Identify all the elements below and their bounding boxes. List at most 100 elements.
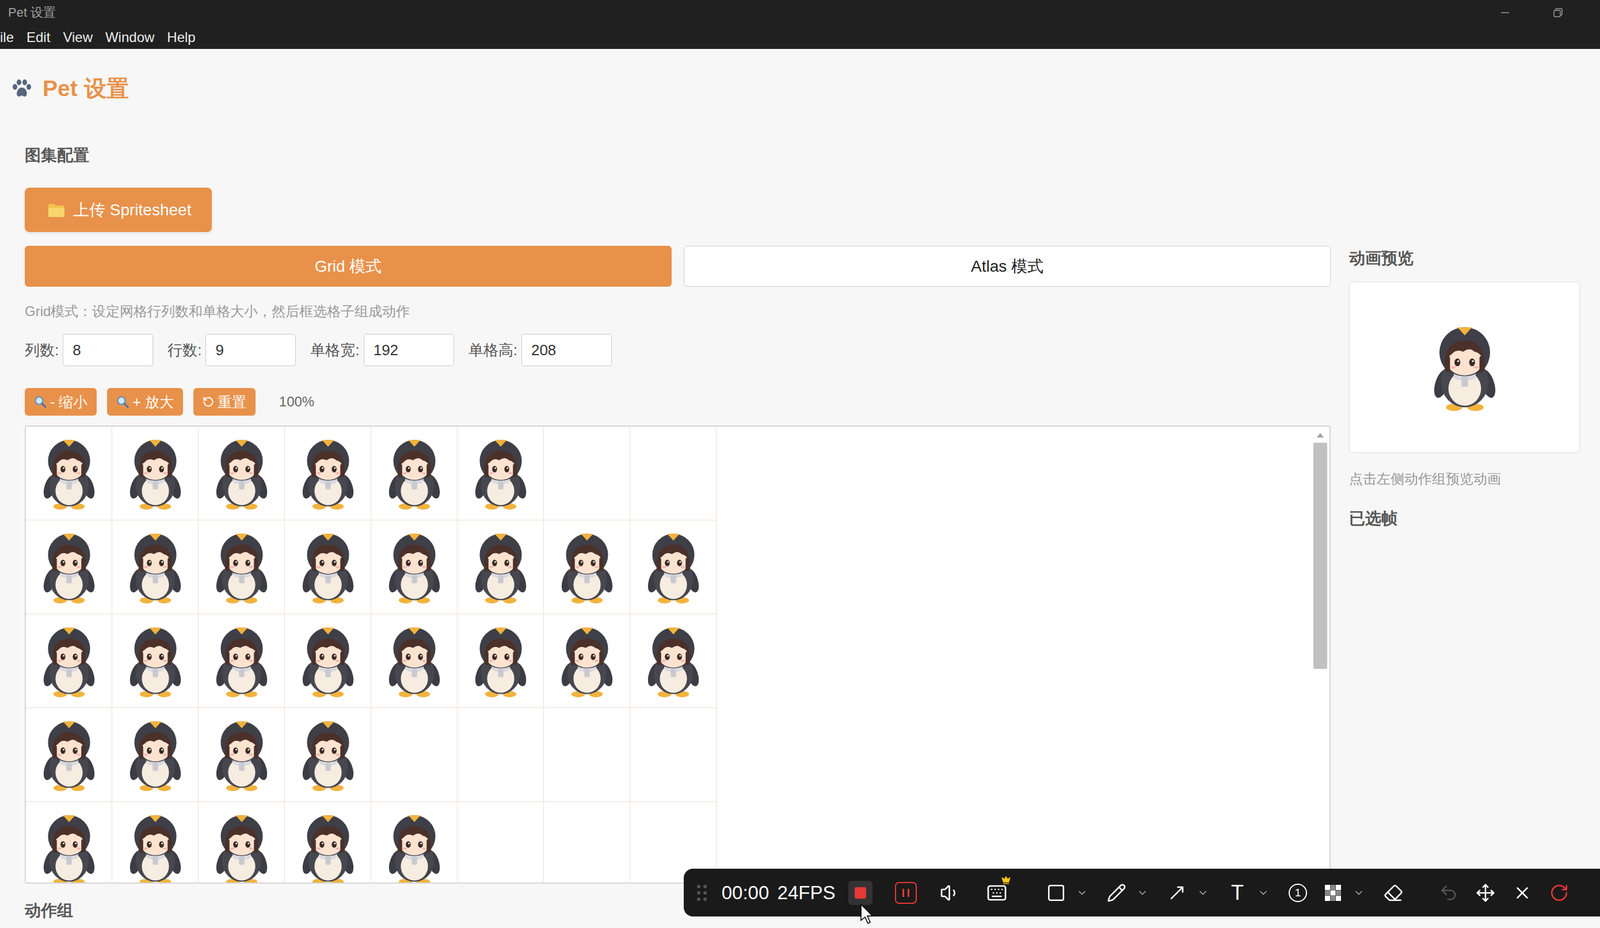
menu-item[interactable]: Window (105, 28, 155, 47)
recording-fps[interactable]: 24FPS (776, 868, 836, 917)
grid-cell[interactable] (543, 707, 631, 802)
grid-cell[interactable] (284, 801, 372, 883)
mode-tab[interactable]: Atlas 模式 (683, 245, 1331, 287)
annotation-tool[interactable]: T (1224, 868, 1276, 917)
annotation-tool[interactable]: 1 (1284, 868, 1312, 917)
content: Pet 设置图集配置上传 SpritesheetGrid 模式Atlas 模式G… (0, 48, 1600, 928)
grid-cell[interactable] (457, 520, 544, 615)
grid-cell[interactable] (198, 801, 285, 883)
field-label: 列数: (24, 340, 59, 361)
eraser-icon (1383, 882, 1404, 903)
penguin-sprite-icon (35, 524, 104, 610)
grid-cell[interactable] (543, 801, 631, 883)
tool-dropdown[interactable] (1129, 868, 1156, 917)
grid-cell[interactable] (112, 426, 199, 521)
grid-cell[interactable] (198, 520, 285, 615)
audio-button[interactable] (926, 868, 974, 917)
penguin-sprite-icon (380, 430, 449, 516)
field-input[interactable] (205, 333, 296, 367)
field-input[interactable] (62, 333, 154, 367)
grid-cell[interactable] (198, 426, 285, 521)
grid-cell[interactable] (543, 614, 631, 708)
penguin-sprite-icon (35, 430, 104, 516)
restore-button[interactable] (1531, 0, 1585, 26)
scrollbar[interactable] (1311, 426, 1330, 883)
grid-cell[interactable] (284, 707, 372, 802)
annotation-tool[interactable] (1380, 868, 1407, 917)
pause-button[interactable] (885, 868, 927, 917)
pause-icon (894, 881, 917, 904)
field-input[interactable] (363, 333, 455, 367)
stop-button[interactable] (835, 868, 886, 917)
drag-handle[interactable] (689, 868, 714, 917)
annotation-tool[interactable] (1042, 868, 1095, 917)
menu-item[interactable]: ile (0, 28, 14, 47)
mode-hint: Grid模式：设定网格行列数和单格大小，然后框选格子组成动作 (24, 302, 1331, 321)
grid-cell[interactable] (25, 707, 113, 802)
title-bar: Pet 设置 (0, 0, 1600, 26)
grid-cell[interactable] (630, 614, 717, 708)
grid-cell[interactable] (112, 520, 199, 615)
recorder-action[interactable] (1545, 868, 1573, 917)
grid-cell[interactable] (630, 520, 717, 615)
grid-cell[interactable] (25, 520, 113, 615)
upload-button[interactable]: 上传 Spritesheet (24, 187, 212, 232)
grid-cell[interactable] (371, 520, 458, 615)
minimize-icon (1499, 7, 1511, 18)
grid-cell[interactable] (371, 707, 458, 802)
field-input[interactable] (521, 333, 612, 367)
grid-cell[interactable] (198, 614, 285, 708)
menu-item[interactable]: View (62, 28, 93, 47)
keyboard-button[interactable] (973, 868, 1020, 917)
grid-cell[interactable] (543, 426, 631, 521)
grid-cell[interactable] (284, 614, 372, 708)
grid-cell[interactable] (284, 520, 372, 615)
grid-cell[interactable] (112, 801, 199, 883)
config-column: Pet 设置图集配置上传 SpritesheetGrid 模式Atlas 模式G… (10, 48, 1331, 928)
grid-cell[interactable] (25, 614, 113, 708)
menu-bar: ile Edit View Window Help (0, 25, 1600, 49)
zoom-button[interactable]: 重置 (193, 387, 256, 416)
tool-dropdown[interactable] (1250, 868, 1276, 917)
recorder-action[interactable] (1472, 868, 1499, 917)
tool-dropdown[interactable] (1069, 868, 1095, 917)
arrow-icon (1167, 882, 1187, 903)
penguin-sprite-icon (553, 524, 622, 610)
menu-item[interactable]: Edit (26, 28, 51, 47)
grid-cell[interactable] (371, 614, 458, 708)
grid-cell[interactable] (630, 426, 717, 521)
grid-cell[interactable] (25, 426, 113, 521)
grid-cell[interactable] (457, 707, 544, 802)
annotation-tool[interactable] (1319, 868, 1372, 917)
grid-cell[interactable] (371, 426, 458, 521)
grid-cell[interactable] (457, 614, 544, 708)
sprite-sheet (25, 426, 717, 883)
menu-item[interactable]: Help (166, 28, 196, 47)
zoom-button[interactable]: + 放大 (107, 387, 184, 416)
grid-cell[interactable] (630, 707, 717, 802)
grid-cell[interactable] (284, 426, 372, 521)
grid-cell[interactable] (112, 707, 199, 802)
tool-dropdown[interactable] (1346, 868, 1372, 917)
minimize-button[interactable] (1478, 0, 1532, 26)
grid-cell[interactable] (25, 801, 113, 883)
scroll-thumb[interactable] (1313, 442, 1328, 669)
grid-cell[interactable] (371, 801, 458, 883)
grid-cell[interactable] (112, 614, 199, 708)
tool-dropdown[interactable] (1190, 868, 1216, 917)
magnifier-icon (116, 395, 129, 409)
crown-badge (1001, 875, 1011, 885)
annotation-tool[interactable] (1103, 868, 1156, 917)
grid-cell[interactable] (457, 426, 544, 521)
grid-cell[interactable] (457, 801, 544, 883)
penguin-sprite-icon (380, 805, 449, 883)
zoom-button[interactable]: - 缩小 (24, 387, 97, 416)
mode-tab[interactable]: Grid 模式 (24, 245, 672, 287)
recorder-action[interactable] (1509, 868, 1536, 917)
grid-cell[interactable] (198, 707, 285, 802)
grid-fields: 列数:行数:单格宽:单格高: (24, 333, 1331, 367)
grid-cell[interactable] (543, 520, 631, 615)
grid-field: 列数: (24, 333, 154, 367)
scroll-up-icon[interactable] (1316, 432, 1325, 438)
annotation-tool[interactable] (1163, 868, 1216, 917)
